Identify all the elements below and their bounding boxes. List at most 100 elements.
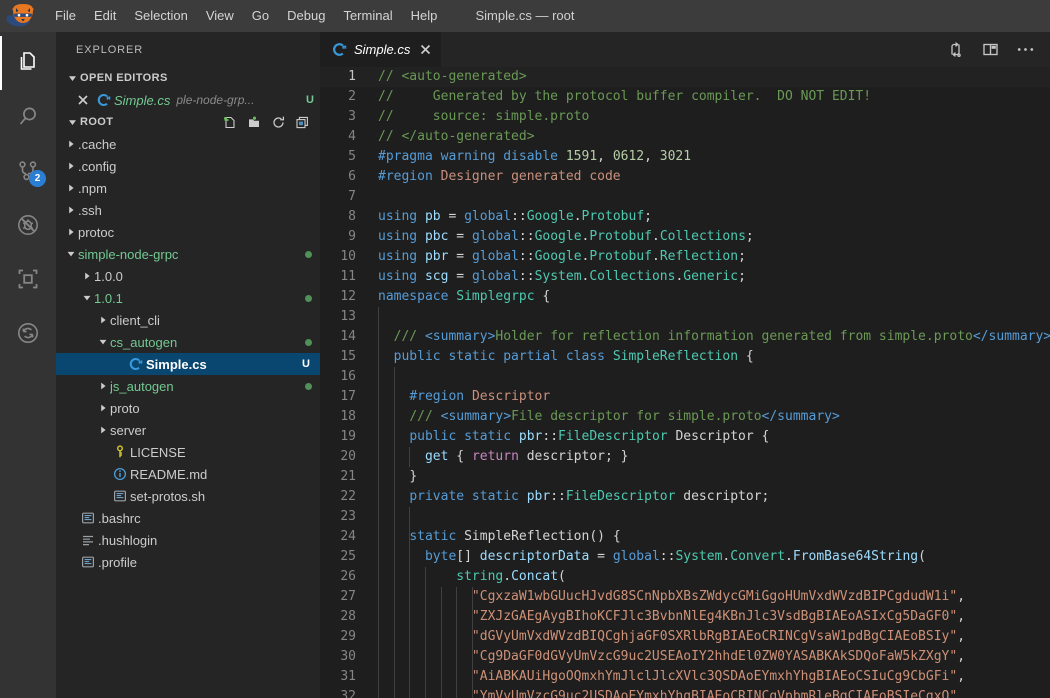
chevron-right-icon[interactable] xyxy=(64,228,78,236)
code-line[interactable]: 9 using pbc = global::Google.Protobuf.Col… xyxy=(320,227,1050,247)
code-line[interactable]: 20 get { return descriptor; } xyxy=(320,447,1050,467)
tree-item-npm[interactable]: .npm xyxy=(56,177,320,199)
menu-go[interactable]: Go xyxy=(243,0,278,32)
tree-item-cs-autogen[interactable]: cs_autogen xyxy=(56,331,320,353)
tree-item-bashrc[interactable]: .bashrc xyxy=(56,507,320,529)
open-editor-item[interactable]: Simple.cs ple-node-grp... U xyxy=(56,89,320,111)
chevron-right-icon[interactable] xyxy=(96,316,110,324)
split-editor-icon[interactable] xyxy=(982,41,999,58)
menu-view[interactable]: View xyxy=(197,0,243,32)
more-actions-icon[interactable] xyxy=(1017,47,1034,52)
code-line[interactable]: 19 public static pbr::FileDescriptor Des… xyxy=(320,427,1050,447)
chevron-right-icon[interactable] xyxy=(64,184,78,192)
tree-item-1-0-1[interactable]: 1.0.1 xyxy=(56,287,320,309)
chevron-right-icon[interactable] xyxy=(64,162,78,170)
menu-edit[interactable]: Edit xyxy=(85,0,125,32)
activity-source-control[interactable]: 2 xyxy=(0,144,56,198)
code-line[interactable]: 6 #region Designer generated code xyxy=(320,167,1050,187)
chevron-down-icon[interactable] xyxy=(80,294,94,302)
section-root[interactable]: ROOT xyxy=(56,111,320,133)
refresh-icon[interactable] xyxy=(271,115,286,130)
code-line[interactable]: 16 xyxy=(320,367,1050,387)
code-line[interactable]: 13 xyxy=(320,307,1050,327)
code-line[interactable]: 17 #region Descriptor xyxy=(320,387,1050,407)
code-line[interactable]: 22 private static pbr::FileDescriptor de… xyxy=(320,487,1050,507)
chevron-right-icon[interactable] xyxy=(96,426,110,434)
menu-selection[interactable]: Selection xyxy=(125,0,196,32)
chevron-down-icon[interactable] xyxy=(96,338,110,346)
menu-help[interactable]: Help xyxy=(402,0,447,32)
tree-item-license[interactable]: LICENSE xyxy=(56,441,320,463)
tree-item-cache[interactable]: .cache xyxy=(56,133,320,155)
code-line[interactable]: 2 // Generated by the protocol buffer com… xyxy=(320,87,1050,107)
line-number: 7 xyxy=(348,189,356,204)
code-line[interactable]: 30 "Cg9DaGF0dGVyUmVzcG9uc2USEAoIY2hhdEl0… xyxy=(320,647,1050,667)
chevron-right-icon[interactable] xyxy=(64,140,78,148)
code-line[interactable]: 3 // source: simple.proto xyxy=(320,107,1050,127)
new-file-icon[interactable] xyxy=(222,115,237,130)
collapse-all-icon[interactable] xyxy=(295,115,310,130)
tree-item-config[interactable]: .config xyxy=(56,155,320,177)
chevron-right-icon[interactable] xyxy=(80,272,94,280)
code-line[interactable]: 31 "AiABKAUiHgoOQmxhYmJlclJlcXVlc3QSDAoE… xyxy=(320,667,1050,687)
activity-explorer[interactable] xyxy=(0,36,56,90)
tree-item-readme-md[interactable]: README.md xyxy=(56,463,320,485)
tree-item-proto[interactable]: proto xyxy=(56,397,320,419)
tree-item-protoc[interactable]: protoc xyxy=(56,221,320,243)
token-punct: . xyxy=(785,549,793,564)
activity-bar: 2 xyxy=(0,32,56,698)
token-punct: ; xyxy=(745,229,754,244)
chevron-right-icon[interactable] xyxy=(64,206,78,214)
code-line[interactable]: 25 byte[] descriptorData = global::Syste… xyxy=(320,547,1050,567)
code-line[interactable]: 4 // </auto-generated> xyxy=(320,127,1050,147)
menu-file[interactable]: File xyxy=(46,0,85,32)
activity-sync[interactable] xyxy=(0,306,56,360)
code-line[interactable]: 26 string.Concat( xyxy=(320,567,1050,587)
code-line[interactable]: 11 using scg = global::System.Collections… xyxy=(320,267,1050,287)
chevron-right-icon[interactable] xyxy=(96,404,110,412)
activity-search[interactable] xyxy=(0,90,56,144)
code-line[interactable]: 7 xyxy=(320,187,1050,207)
tree-item-simple-node-grpc[interactable]: simple-node-grpc xyxy=(56,243,320,265)
activity-debug[interactable] xyxy=(0,198,56,252)
section-open-editors[interactable]: OPEN EDITORS xyxy=(56,67,320,89)
tree-item-js-autogen[interactable]: js_autogen xyxy=(56,375,320,397)
activity-extensions[interactable] xyxy=(0,252,56,306)
menu-terminal[interactable]: Terminal xyxy=(334,0,401,32)
tree-item-ssh[interactable]: .ssh xyxy=(56,199,320,221)
close-icon[interactable] xyxy=(72,95,94,105)
code-line[interactable]: 14 /// <summary>Holder for reflection in… xyxy=(320,327,1050,347)
tree-item-hushlogin[interactable]: .hushlogin xyxy=(56,529,320,551)
close-icon[interactable] xyxy=(420,44,431,55)
tree-item-1-0-0[interactable]: 1.0.0 xyxy=(56,265,320,287)
code-line[interactable]: 12 namespace Simplegrpc { xyxy=(320,287,1050,307)
chevron-right-icon[interactable] xyxy=(96,382,110,390)
code-line[interactable]: 5 #pragma warning disable 1591, 0612, 302… xyxy=(320,147,1050,167)
code-line[interactable]: 23 xyxy=(320,507,1050,527)
menu-debug[interactable]: Debug xyxy=(278,0,334,32)
code-line[interactable]: 15 public static partial class SimpleRef… xyxy=(320,347,1050,367)
code-line[interactable]: 18 /// <summary>File descriptor for simp… xyxy=(320,407,1050,427)
code-line[interactable]: 8 using pb = global::Google.Protobuf; xyxy=(320,207,1050,227)
code-line[interactable]: 32 "YmVyUmVzcG9uc2USDAoEYmxhYhgBIAEoCRIN… xyxy=(320,687,1050,698)
tree-item-client-cli[interactable]: client_cli xyxy=(56,309,320,331)
code-line[interactable]: 27 "CgxzaW1wbGUucHJvdG8SCnNpbXBsZWdycGMi… xyxy=(320,587,1050,607)
token-keyword: private static xyxy=(409,489,519,504)
code-line[interactable]: 29 "dGVyUmVxdWVzdBIQCghjaGF0SXRlbRgBIAEo… xyxy=(320,627,1050,647)
code-line[interactable]: 28 "ZXJzGAEgAygBIhoKCFJlc3BvbnNlEg4KBnJl… xyxy=(320,607,1050,627)
tree-item-set-protos-sh[interactable]: set-protos.sh xyxy=(56,485,320,507)
split-compare-icon[interactable] xyxy=(947,41,964,58)
chevron-down-icon[interactable] xyxy=(64,250,78,258)
code-editor[interactable]: 1 // <auto-generated> 2 // Generated by the… xyxy=(320,67,1050,698)
tab-simple-cs[interactable]: Simple.cs xyxy=(320,32,443,67)
code-line[interactable]: 1 // <auto-generated> xyxy=(320,67,1050,87)
tree-item-profile[interactable]: .profile xyxy=(56,551,320,573)
tree-item-server[interactable]: server xyxy=(56,419,320,441)
tree-item-simple-cs[interactable]: Simple.cs U xyxy=(56,353,320,375)
new-folder-icon[interactable] xyxy=(246,115,262,130)
code-line[interactable]: 24 static SimpleReflection() { xyxy=(320,527,1050,547)
code-line[interactable]: 10 using pbr = global::Google.Protobuf.Re… xyxy=(320,247,1050,267)
code-line[interactable]: 21 } xyxy=(320,467,1050,487)
